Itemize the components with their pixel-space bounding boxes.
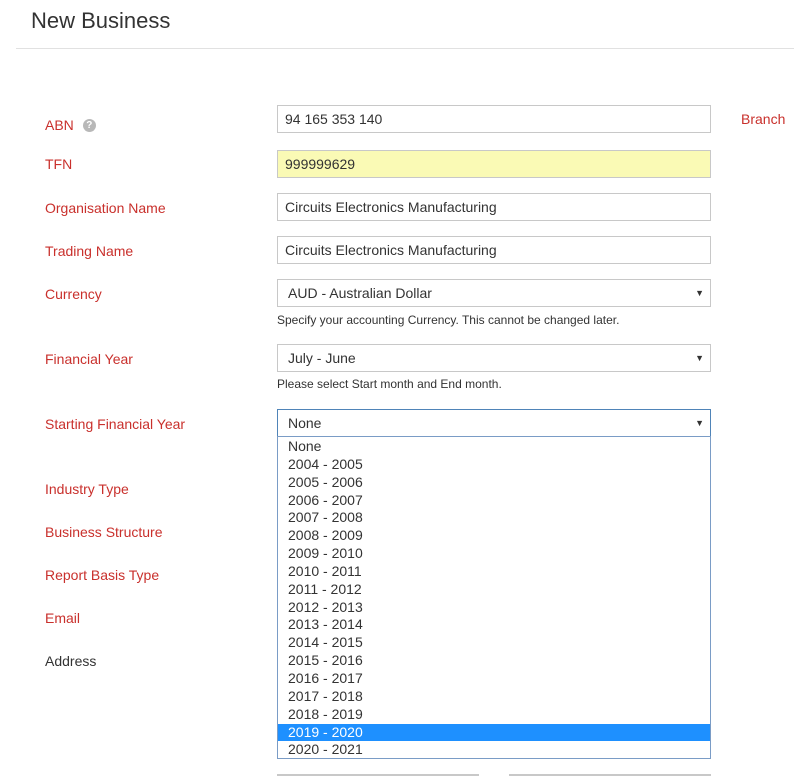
abn-label-text: ABN xyxy=(45,117,74,133)
dropdown-option[interactable]: 2014 - 2015 xyxy=(278,634,710,652)
header-divider xyxy=(16,48,794,49)
dropdown-option[interactable]: 2015 - 2016 xyxy=(278,652,710,670)
report-basis-type-label: Report Basis Type xyxy=(45,567,160,583)
financial-year-select[interactable]: July - June ▼ xyxy=(277,344,711,372)
caret-down-icon: ▼ xyxy=(695,418,704,428)
dropdown-option[interactable]: None xyxy=(278,438,710,456)
dropdown-option[interactable]: 2006 - 2007 xyxy=(278,492,710,510)
starting-financial-year-label: Starting Financial Year xyxy=(45,416,186,432)
trading-name-input[interactable]: Circuits Electronics Manufacturing xyxy=(277,236,711,264)
organisation-name-label: Organisation Name xyxy=(45,200,166,216)
currency-help-text: Specify your accounting Currency. This c… xyxy=(277,313,620,327)
organisation-name-input[interactable]: Circuits Electronics Manufacturing xyxy=(277,193,711,221)
caret-down-icon: ▼ xyxy=(695,288,704,298)
address-label: Address xyxy=(45,653,97,669)
financial-year-label: Financial Year xyxy=(45,351,133,367)
dropdown-option[interactable]: 2018 - 2019 xyxy=(278,706,710,724)
tfn-input[interactable]: 999999629 xyxy=(277,150,711,178)
dropdown-option[interactable]: 2020 - 2021 xyxy=(278,741,710,758)
dropdown-option[interactable]: 2007 - 2008 xyxy=(278,509,710,527)
trading-name-label: Trading Name xyxy=(45,243,134,259)
abn-input[interactable]: 94 165 353 140 xyxy=(277,105,711,133)
dropdown-option[interactable]: 2013 - 2014 xyxy=(278,616,710,634)
dropdown-option[interactable]: 2008 - 2009 xyxy=(278,527,710,545)
starting-financial-year-select-value: None xyxy=(288,415,322,431)
financial-year-help-text: Please select Start month and End month. xyxy=(277,377,502,391)
dropdown-option[interactable]: 2016 - 2017 xyxy=(278,670,710,688)
dropdown-option[interactable]: 2009 - 2010 xyxy=(278,545,710,563)
email-label: Email xyxy=(45,610,81,626)
dropdown-option[interactable]: 2012 - 2013 xyxy=(278,599,710,617)
branch-link[interactable]: Branch xyxy=(741,111,785,127)
tfn-label: TFN xyxy=(45,156,73,172)
abn-label: ABN? xyxy=(45,116,96,134)
help-icon[interactable]: ? xyxy=(82,118,96,132)
dropdown-option[interactable]: 2004 - 2005 xyxy=(278,456,710,474)
dropdown-option[interactable]: 2010 - 2011 xyxy=(278,563,710,581)
caret-down-icon: ▼ xyxy=(695,353,704,363)
dropdown-option[interactable]: 2011 - 2012 xyxy=(278,581,710,599)
dropdown-option[interactable]: 2005 - 2006 xyxy=(278,474,710,492)
currency-select[interactable]: AUD - Australian Dollar ▼ xyxy=(277,279,711,307)
dropdown-option-highlighted[interactable]: 2019 - 2020 xyxy=(278,723,710,742)
page-title: New Business xyxy=(31,8,171,33)
currency-label: Currency xyxy=(45,286,102,302)
dropdown-option[interactable]: 2017 - 2018 xyxy=(278,688,710,706)
financial-year-select-value: July - June xyxy=(288,350,356,366)
industry-type-label: Industry Type xyxy=(45,481,129,497)
currency-select-value: AUD - Australian Dollar xyxy=(288,285,432,301)
business-structure-label: Business Structure xyxy=(45,524,163,540)
starting-financial-year-select[interactable]: None ▼ xyxy=(277,409,711,437)
starting-financial-year-dropdown[interactable]: None 2004 - 2005 2005 - 2006 2006 - 2007… xyxy=(277,436,711,759)
